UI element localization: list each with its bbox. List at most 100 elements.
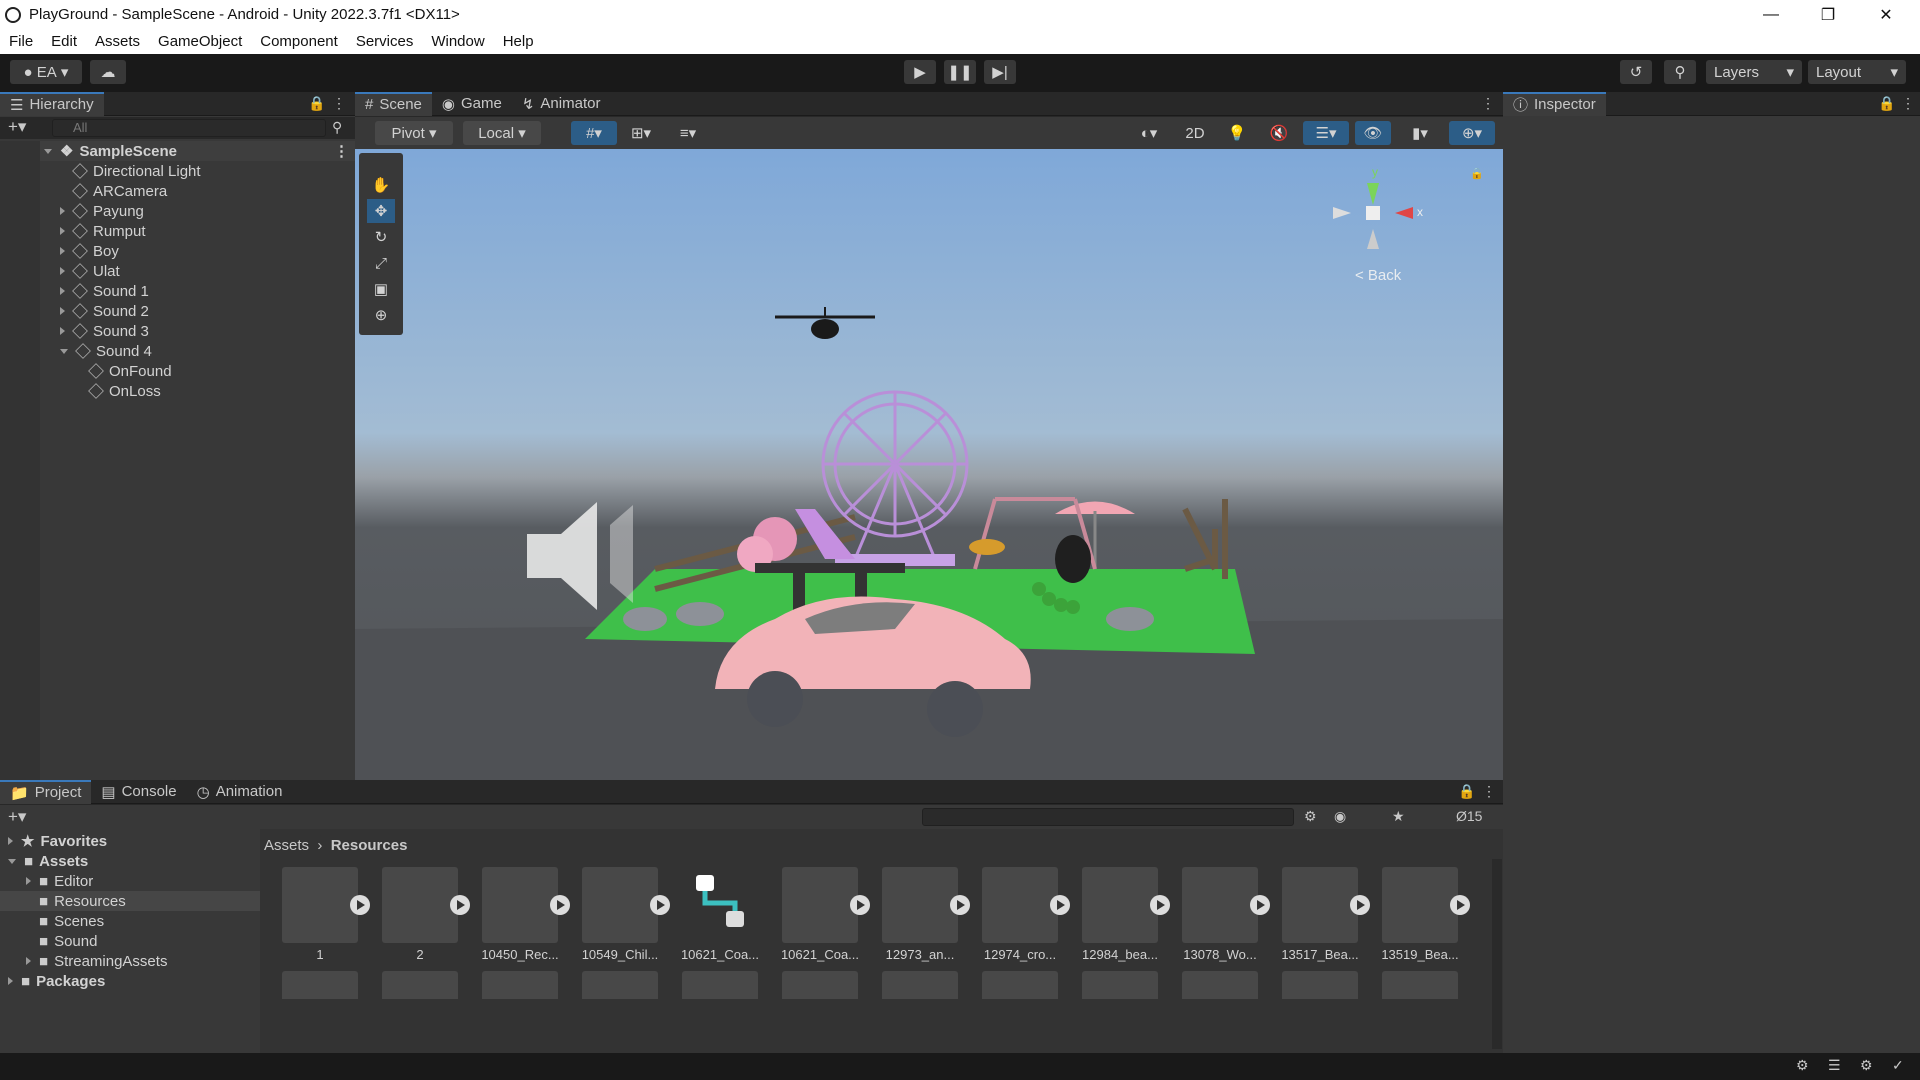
tab-inspector[interactable]: ⓘ Inspector: [1503, 91, 1606, 116]
search-filter-icon[interactable]: ⚲: [332, 119, 342, 136]
lock-icon[interactable]: 🔒: [308, 95, 325, 112]
hidden-packages-count[interactable]: Ø15: [1456, 808, 1482, 824]
hierarchy-item[interactable]: Sound 4: [0, 341, 355, 361]
scale-tool-icon[interactable]: ⤢: [367, 251, 395, 275]
breadcrumb-root[interactable]: Assets: [264, 837, 309, 854]
account-button[interactable]: ● EA ▾: [10, 60, 82, 84]
project-tree-item[interactable]: ■ Packages: [0, 971, 260, 991]
breadcrumb-current[interactable]: Resources: [331, 837, 408, 854]
project-tree-item[interactable]: ■ Scenes: [0, 911, 260, 931]
expand-arrow-icon[interactable]: [60, 327, 65, 335]
expand-arrow-icon[interactable]: [60, 287, 65, 295]
menu-window[interactable]: Window: [422, 33, 493, 50]
asset-item[interactable]: [280, 971, 360, 999]
play-preview-icon[interactable]: [850, 895, 870, 915]
filter-type-icon[interactable]: ⚙: [1304, 808, 1317, 825]
hierarchy-item[interactable]: Sound 2: [0, 301, 355, 321]
expand-arrow-icon[interactable]: [60, 267, 65, 275]
asset-item[interactable]: [880, 971, 960, 999]
expand-arrow-icon[interactable]: [8, 977, 13, 985]
menu-component[interactable]: Component: [251, 33, 347, 50]
project-lock-icon[interactable]: 🔒: [1458, 783, 1475, 800]
play-preview-icon[interactable]: [1350, 895, 1370, 915]
inspector-lock-icon[interactable]: 🔒: [1878, 95, 1895, 112]
camera-icon[interactable]: ▮▾: [1397, 121, 1443, 145]
play-preview-icon[interactable]: [1250, 895, 1270, 915]
tab-hierarchy[interactable]: ☰ Hierarchy: [0, 91, 104, 116]
inspector-more-icon[interactable]: ⋮: [1901, 95, 1915, 112]
project-add-button[interactable]: +▾: [8, 807, 26, 827]
asset-item[interactable]: 13519_Bea...: [1380, 867, 1470, 962]
project-tree-item[interactable]: ■ Editor: [0, 871, 260, 891]
asset-item[interactable]: [1380, 971, 1460, 999]
asset-item[interactable]: 13517_Bea...: [1280, 867, 1370, 962]
play-preview-icon[interactable]: [550, 895, 570, 915]
asset-item[interactable]: [380, 971, 460, 999]
project-tree-item[interactable]: ■ StreamingAssets: [0, 951, 260, 971]
expand-arrow-icon[interactable]: [60, 348, 68, 354]
project-tree-item[interactable]: ■ Resources: [0, 891, 260, 911]
tab-game[interactable]: ◉ Game: [432, 92, 512, 116]
asset-item[interactable]: 1: [280, 867, 370, 962]
project-more-icon[interactable]: ⋮: [1482, 783, 1496, 800]
asset-item[interactable]: 13078_Wo...: [1180, 867, 1270, 962]
grid-snap-button[interactable]: #▾: [571, 121, 617, 145]
settings-status-icon[interactable]: ⚙: [1860, 1057, 1873, 1074]
asset-item[interactable]: 12984_bea...: [1080, 867, 1170, 962]
hierarchy-item[interactable]: Rumput: [0, 221, 355, 241]
hierarchy-item[interactable]: Ulat: [0, 261, 355, 281]
menu-file[interactable]: File: [0, 33, 42, 50]
scene-more-icon[interactable]: ⋮: [1481, 95, 1495, 112]
expand-arrow-icon[interactable]: [44, 148, 52, 154]
play-preview-icon[interactable]: [950, 895, 970, 915]
expand-arrow-icon[interactable]: [60, 247, 65, 255]
asset-item[interactable]: [1280, 971, 1360, 999]
layers-status-icon[interactable]: ☰: [1828, 1057, 1841, 1074]
project-tree-item[interactable]: ★ Favorites: [0, 831, 260, 851]
asset-item[interactable]: 12973_an...: [880, 867, 970, 962]
increment-snap-button[interactable]: ⊞▾: [621, 121, 661, 145]
expand-arrow-icon[interactable]: [26, 877, 31, 885]
pivot-dropdown[interactable]: Pivot ▾: [375, 121, 453, 145]
hierarchy-item[interactable]: Sound 1: [0, 281, 355, 301]
asset-item[interactable]: [1180, 971, 1260, 999]
play-preview-icon[interactable]: [450, 895, 470, 915]
project-tree-item[interactable]: ■ Sound: [0, 931, 260, 951]
expand-arrow-icon[interactable]: [60, 207, 65, 215]
asset-item[interactable]: 10621_Coa...: [680, 867, 760, 962]
layers-dropdown[interactable]: Layers ▾: [1706, 60, 1802, 84]
menu-gameobject[interactable]: GameObject: [149, 33, 251, 50]
play-preview-icon[interactable]: [350, 895, 370, 915]
visibility-icon[interactable]: 👁: [1355, 121, 1391, 145]
expand-arrow-icon[interactable]: [60, 227, 65, 235]
hand-tool-icon[interactable]: ✋: [367, 173, 395, 197]
hierarchy-search-input[interactable]: All: [52, 119, 326, 137]
rotate-tool-icon[interactable]: ↻: [367, 225, 395, 249]
search-icon[interactable]: ⚲: [1664, 60, 1696, 84]
menu-services[interactable]: Services: [347, 33, 423, 50]
debug-icon[interactable]: ⚙: [1796, 1057, 1809, 1074]
hierarchy-item[interactable]: ARCamera: [0, 181, 355, 201]
history-icon[interactable]: ↺: [1620, 60, 1652, 84]
audio-icon[interactable]: 🔇: [1261, 121, 1297, 145]
asset-item[interactable]: 10549_Chil...: [580, 867, 670, 962]
asset-item[interactable]: [480, 971, 560, 999]
expand-arrow-icon[interactable]: [60, 307, 65, 315]
hierarchy-item[interactable]: Payung: [0, 201, 355, 221]
scene-row[interactable]: ❖ SampleScene ⋮: [0, 141, 355, 161]
move-tool-icon[interactable]: ✥: [367, 199, 395, 223]
asset-item[interactable]: 2: [380, 867, 470, 962]
restore-icon[interactable]: ❐: [1805, 0, 1851, 29]
snap-settings-button[interactable]: ≡▾: [665, 121, 711, 145]
back-button[interactable]: < Back: [1355, 267, 1401, 284]
hierarchy-item[interactable]: Boy: [0, 241, 355, 261]
step-button[interactable]: ▶|: [984, 60, 1016, 84]
scene-menu-icon[interactable]: ⋮: [334, 142, 349, 160]
hierarchy-item[interactable]: Directional Light: [0, 161, 355, 181]
project-search-input[interactable]: [922, 808, 1294, 826]
layout-dropdown[interactable]: Layout ▾: [1808, 60, 1906, 84]
scene-viewport[interactable]: y x < Back 🔒 ✋ ✥ ↻ ⤢ ▣ ⊕: [355, 149, 1503, 780]
tab-project[interactable]: 📁 Project: [0, 779, 92, 804]
expand-arrow-icon[interactable]: [26, 957, 31, 965]
effects-icon[interactable]: ☰▾: [1303, 121, 1349, 145]
